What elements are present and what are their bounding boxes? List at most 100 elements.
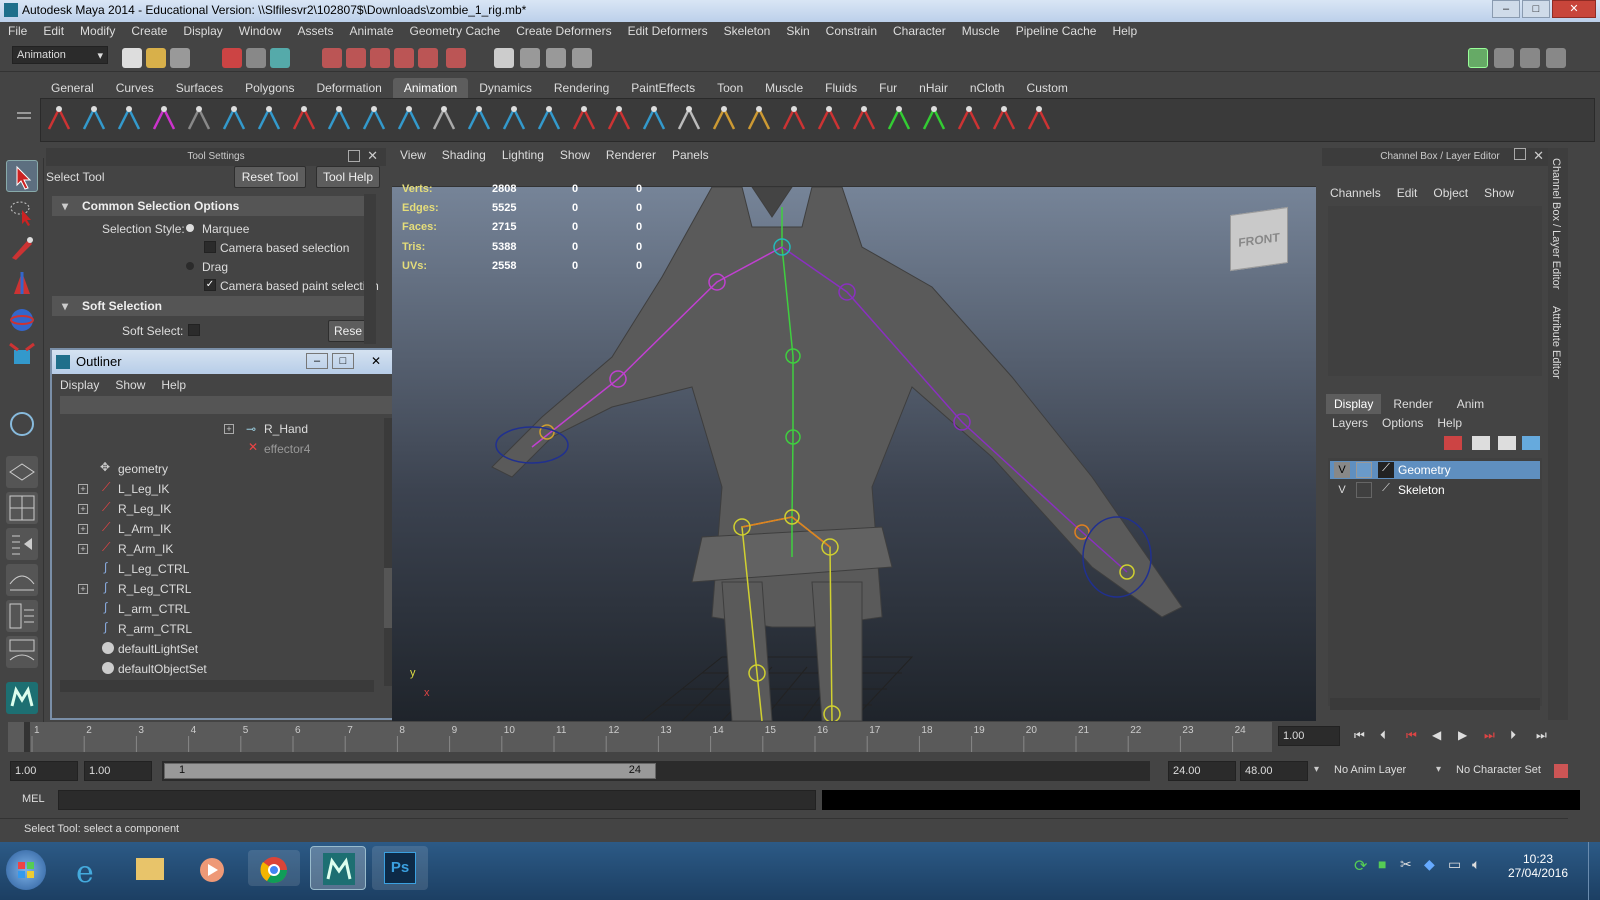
media-player-icon[interactable] xyxy=(186,850,238,886)
paint-selection-tool-icon[interactable] xyxy=(6,232,38,264)
shield-icon[interactable]: ◆ xyxy=(1424,856,1435,873)
photoshop-icon[interactable]: Ps xyxy=(372,846,428,890)
step-forward-frame-icon[interactable]: ⏵ xyxy=(1510,728,1516,743)
shelf-tab-polygons[interactable]: Polygons xyxy=(234,78,305,98)
menu-create[interactable]: Create xyxy=(123,22,175,42)
reset-short-button[interactable]: Rese xyxy=(328,320,368,342)
hypershade-layout-icon[interactable] xyxy=(6,600,38,632)
current-time-marker[interactable] xyxy=(24,722,30,752)
side-tab-channel-box[interactable]: Channel Box / Layer Editor xyxy=(1550,158,1562,289)
reset-tool-button[interactable]: Reset Tool xyxy=(234,166,306,188)
menu-set-dropdown[interactable]: Animation ▾ xyxy=(12,46,108,64)
menu-character[interactable]: Character xyxy=(885,22,954,42)
rotate-tool-icon[interactable] xyxy=(6,304,38,336)
viewport-menu-shading[interactable]: Shading xyxy=(434,145,494,165)
mel-label[interactable]: MEL xyxy=(22,793,45,805)
network-icon[interactable]: ▭ xyxy=(1448,856,1461,873)
expand-icon[interactable]: + xyxy=(224,424,234,434)
shelf-tab-surfaces[interactable]: Surfaces xyxy=(165,78,234,98)
viewport-menu-show[interactable]: Show xyxy=(552,145,598,165)
last-tool-icon[interactable] xyxy=(6,408,38,440)
menu-display[interactable]: Display xyxy=(175,22,230,42)
save-scene-icon[interactable] xyxy=(170,48,190,68)
expand-icon[interactable]: + xyxy=(78,544,88,554)
close-panel-icon[interactable]: ✕ xyxy=(367,148,378,164)
move-tool-icon[interactable] xyxy=(6,268,38,300)
minimize-icon[interactable]: ‒ xyxy=(306,353,328,369)
select-dynamics-icon[interactable] xyxy=(446,48,466,68)
expand-icon[interactable]: + xyxy=(78,524,88,534)
menu-assets[interactable]: Assets xyxy=(289,22,341,42)
outliner-title-bar[interactable]: Outliner ‒ □ ✕ xyxy=(52,350,404,374)
layer-template-toggle[interactable] xyxy=(1356,482,1372,498)
playback-end-field[interactable]: 24.00 xyxy=(1168,761,1236,781)
select-curves-icon[interactable] xyxy=(370,48,390,68)
shelf-tab-general[interactable]: General xyxy=(40,78,105,98)
layer-color-swatch[interactable]: ⟋ xyxy=(1378,482,1394,498)
shelf-tab-ncloth[interactable]: nCloth xyxy=(959,78,1016,98)
maximize-icon[interactable]: □ xyxy=(332,353,354,369)
expand-icon[interactable]: + xyxy=(78,484,88,494)
show-attribute-editor-icon[interactable] xyxy=(1494,48,1514,68)
list-item[interactable]: L_Leg_IK xyxy=(118,482,169,496)
shelf-tab-deformation[interactable]: Deformation xyxy=(305,78,392,98)
soft-selection-section[interactable]: ▾ Soft Selection xyxy=(52,296,370,316)
layer-tab-anim[interactable]: Anim xyxy=(1445,394,1496,414)
render-settings-icon[interactable] xyxy=(546,48,566,68)
lasso-tool-icon[interactable] xyxy=(6,196,38,228)
four-view-layout-icon[interactable] xyxy=(6,492,38,524)
expand-icon[interactable]: + xyxy=(78,584,88,594)
viewport-menu-view[interactable]: View xyxy=(392,145,434,165)
render-current-frame-icon[interactable] xyxy=(494,48,514,68)
tool-help-button[interactable]: Tool Help xyxy=(316,166,380,188)
select-by-object-icon[interactable] xyxy=(246,48,266,68)
new-layer-icon[interactable] xyxy=(1498,436,1516,450)
shelf-icon-strip[interactable] xyxy=(41,99,1596,143)
character-set-dropdown[interactable]: No Character Set xyxy=(1456,764,1541,776)
viewport-toolbar[interactable] xyxy=(392,165,1316,187)
outliner-filter-field[interactable] xyxy=(60,396,398,414)
select-tool-icon[interactable] xyxy=(6,160,38,192)
mel-input[interactable] xyxy=(58,790,816,810)
menu-geometry-cache[interactable]: Geometry Cache xyxy=(402,22,509,42)
maximize-button[interactable]: □ xyxy=(1522,0,1550,18)
minimize-button[interactable]: ‒ xyxy=(1492,0,1520,18)
internet-explorer-icon[interactable]: e xyxy=(62,850,114,890)
shelf-tab-fluids[interactable]: Fluids xyxy=(814,78,868,98)
soft-select-checkbox[interactable] xyxy=(188,324,200,336)
menu-create-deformers[interactable]: Create Deformers xyxy=(508,22,619,42)
layer-menu-help[interactable]: Help xyxy=(1437,416,1462,430)
channel-menu-show[interactable]: Show xyxy=(1484,186,1514,200)
menu-modify[interactable]: Modify xyxy=(72,22,123,42)
show-desktop-button[interactable] xyxy=(1588,842,1600,900)
list-item[interactable]: L_Arm_IK xyxy=(118,522,171,536)
list-item[interactable]: effector4 xyxy=(264,442,310,456)
list-item[interactable]: L_arm_CTRL xyxy=(118,602,190,616)
layer-tab-display[interactable]: Display xyxy=(1326,394,1382,414)
select-joints-icon[interactable] xyxy=(346,48,366,68)
scale-tool-icon[interactable] xyxy=(6,340,38,372)
step-forward-key-icon[interactable]: ⏭ xyxy=(1484,728,1495,743)
layer-color-swatch[interactable]: ⟋ xyxy=(1378,462,1394,478)
shelf-tab-custom[interactable]: Custom xyxy=(1016,78,1079,98)
menu-window[interactable]: Window xyxy=(231,22,290,42)
sync-icon[interactable]: ⟳ xyxy=(1354,856,1367,876)
shelf-tab-muscle[interactable]: Muscle xyxy=(754,78,814,98)
list-item[interactable]: R_Leg_CTRL xyxy=(118,582,191,596)
step-back-key-icon[interactable]: ⏮ xyxy=(1406,728,1417,743)
tools-icon[interactable]: ✂ xyxy=(1400,856,1412,873)
graph-editor-layout-icon[interactable] xyxy=(6,564,38,596)
layer-visibility-toggle[interactable]: V xyxy=(1334,482,1350,498)
shelf-tab-curves[interactable]: Curves xyxy=(105,78,165,98)
list-item[interactable]: R_Hand xyxy=(264,422,308,436)
playback-start-field[interactable]: 1.00 xyxy=(84,761,152,781)
list-item[interactable]: defaultLightSet xyxy=(118,642,198,656)
clock[interactable]: 10:23 27/04/2016 xyxy=(1498,852,1578,880)
outliner-menu-help[interactable]: Help xyxy=(161,378,186,392)
layer-horizontal-scrollbar[interactable] xyxy=(1330,698,1540,710)
animation-start-field[interactable]: 1.00 xyxy=(10,761,78,781)
go-to-start-icon[interactable]: ⏮ xyxy=(1354,728,1365,743)
menu-file[interactable]: File xyxy=(0,22,35,42)
go-to-end-icon[interactable]: ⏭ xyxy=(1536,728,1547,743)
camera-paint-checkbox[interactable]: ✓ xyxy=(204,279,216,291)
